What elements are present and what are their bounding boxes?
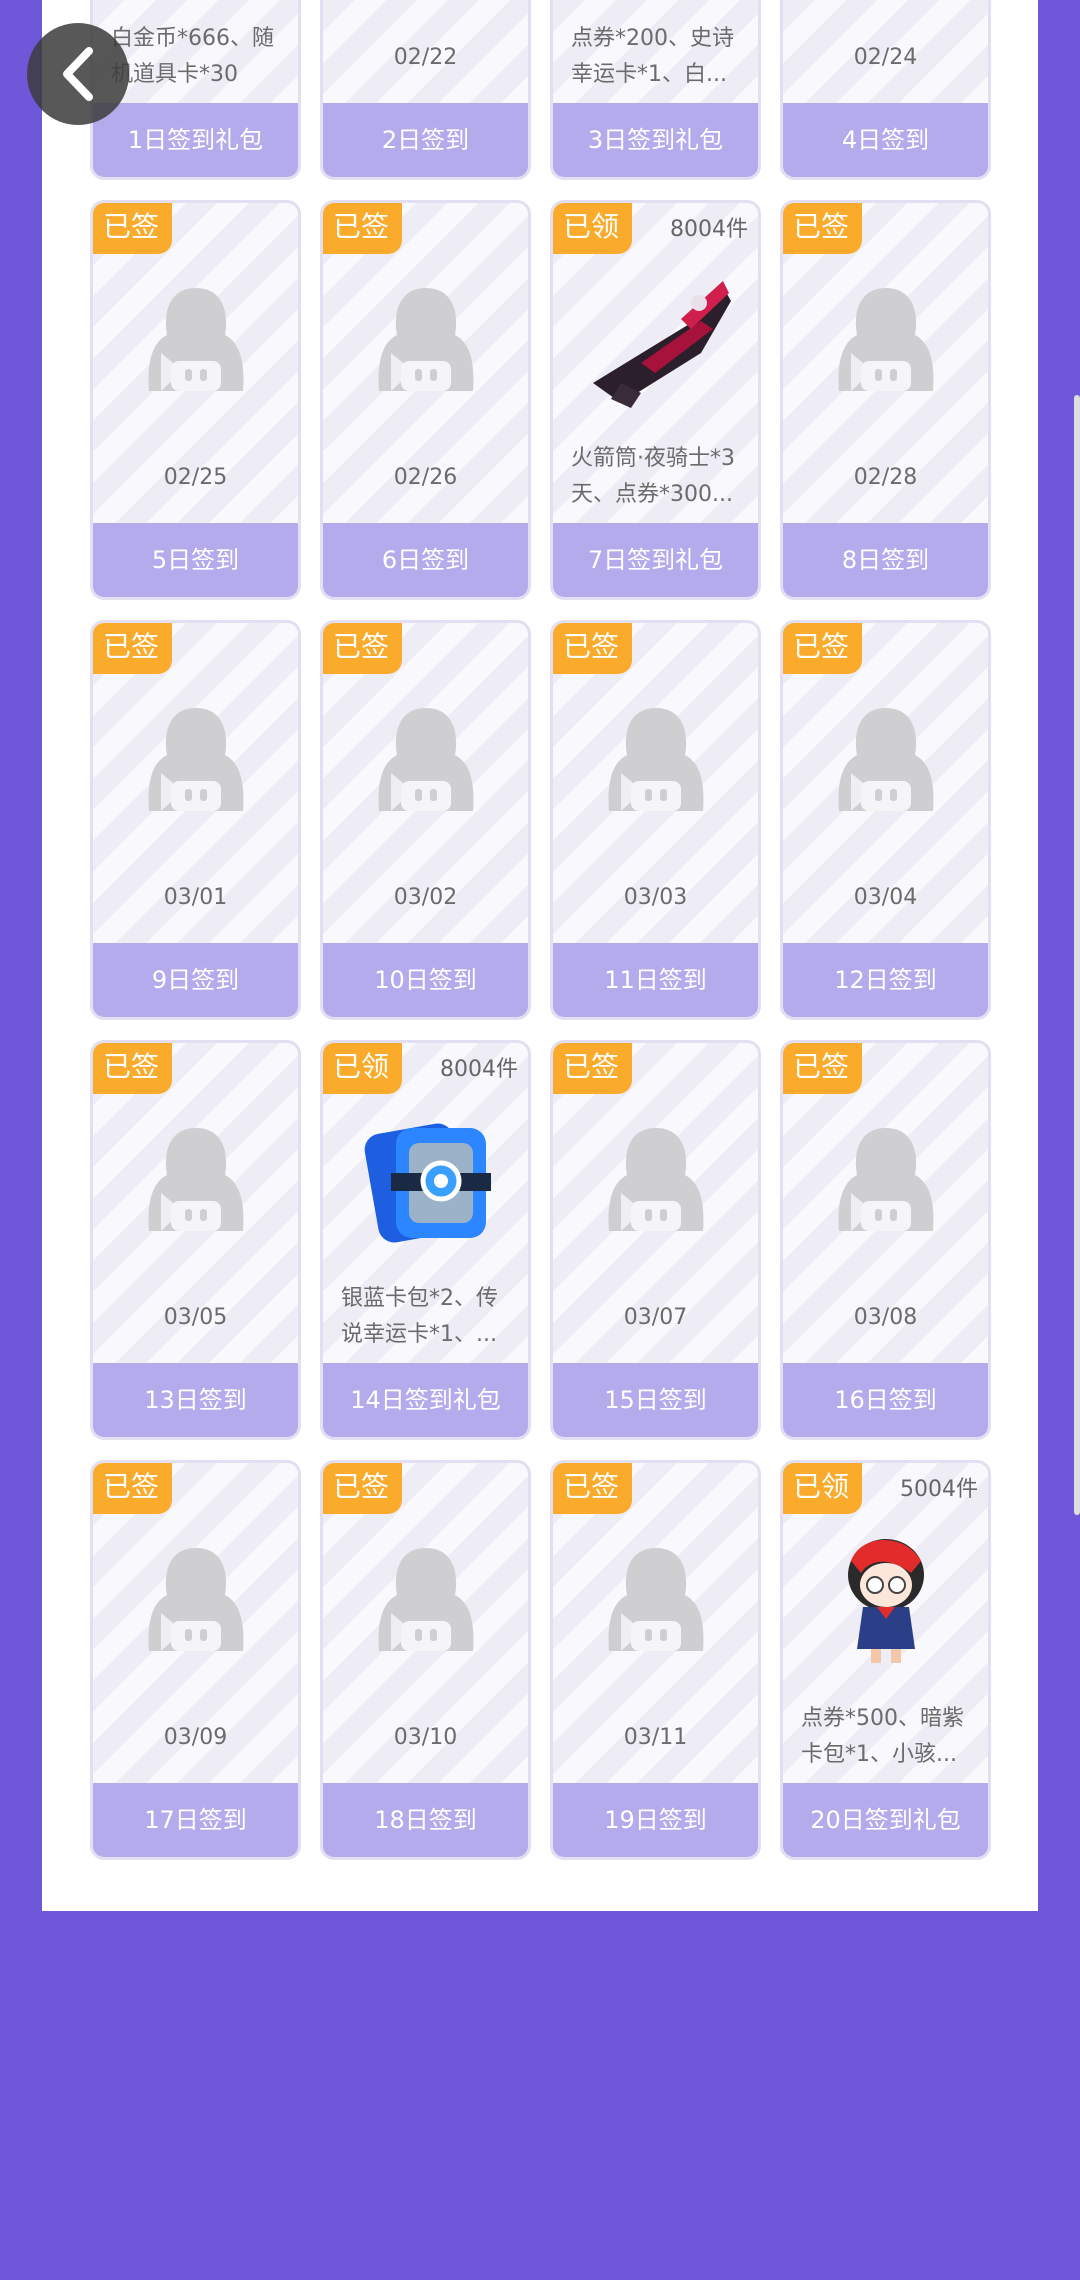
checkin-card[interactable]: 02/24 4日签到 xyxy=(780,0,991,180)
checkin-date: 03/05 xyxy=(163,1305,228,1330)
status-badge: 已签 xyxy=(93,1463,172,1514)
checkin-card[interactable]: 已签 03/10 18日签到 xyxy=(320,1460,531,1860)
checkin-card[interactable]: 已签 03/11 19日签到 xyxy=(550,1460,761,1860)
checkin-button[interactable]: 7日签到礼包 xyxy=(553,523,758,597)
checkin-card[interactable]: 已签 03/02 10日签到 xyxy=(320,620,531,1020)
mascot-placeholder-icon xyxy=(838,288,933,391)
status-badge: 已领 xyxy=(553,203,632,254)
claim-count: 5004件 xyxy=(900,1477,978,1502)
checkin-date: 02/28 xyxy=(853,465,918,490)
checkin-date: 02/25 xyxy=(163,465,228,490)
checkin-button[interactable]: 13日签到 xyxy=(93,1363,298,1437)
status-badge: 已签 xyxy=(93,623,172,674)
checkin-button[interactable]: 12日签到 xyxy=(783,943,988,1017)
checkin-date: 03/04 xyxy=(853,885,918,910)
status-badge: 已签 xyxy=(783,203,862,254)
checkin-card[interactable]: 已签 02/26 6日签到 xyxy=(320,200,531,600)
checkin-button[interactable]: 20日签到礼包 xyxy=(783,1783,988,1857)
checkin-date: 03/03 xyxy=(623,885,688,910)
reward-description: 白金币*666、随机道具卡*30 xyxy=(111,26,274,87)
status-badge: 已签 xyxy=(323,1463,402,1514)
status-badge: 已领 xyxy=(783,1463,862,1514)
checkin-card[interactable]: 已签 03/01 9日签到 xyxy=(90,620,301,1020)
checkin-date: 02/26 xyxy=(393,465,458,490)
mascot-placeholder-icon xyxy=(378,288,473,391)
character-avatar-icon xyxy=(847,1539,924,1663)
chevron-left-icon xyxy=(63,47,93,101)
mascot-placeholder-icon xyxy=(378,708,473,811)
rocket-launcher-icon xyxy=(592,281,731,408)
checkin-date: 02/22 xyxy=(393,45,458,70)
checkin-button[interactable]: 3日签到礼包 xyxy=(553,103,758,177)
checkin-button[interactable]: 11日签到 xyxy=(553,943,758,1017)
status-badge: 已签 xyxy=(93,1043,172,1094)
checkin-card[interactable]: 02/22 2日签到 xyxy=(320,0,531,180)
status-badge: 已签 xyxy=(553,1463,632,1514)
checkin-button[interactable]: 9日签到 xyxy=(93,943,298,1017)
checkin-button[interactable]: 5日签到 xyxy=(93,523,298,597)
checkin-card[interactable]: 已领 5004件 点券*500、暗紫卡包*1、小骇... 20日签到礼包 xyxy=(780,1460,991,1860)
checkin-card[interactable]: 已签 03/07 15日签到 xyxy=(550,1040,761,1440)
checkin-button[interactable]: 8日签到 xyxy=(783,523,988,597)
mascot-placeholder-icon xyxy=(608,708,703,811)
status-badge: 已签 xyxy=(323,623,402,674)
checkin-card[interactable]: 已领 8004件 火箭筒·夜骑士*3天、点券*300... 7日签到礼包 xyxy=(550,200,761,600)
checkin-card[interactable]: 已签 02/25 5日签到 xyxy=(90,200,301,600)
status-badge: 已签 xyxy=(783,623,862,674)
checkin-card[interactable]: 已签 03/03 11日签到 xyxy=(550,620,761,1020)
reward-description: 火箭筒·夜骑士*3天、点券*300... xyxy=(571,446,735,507)
checkin-card[interactable]: 已签 03/08 16日签到 xyxy=(780,1040,991,1440)
checkin-card[interactable]: 已签 02/28 8日签到 xyxy=(780,200,991,600)
checkin-grid: 白金币*666、随机道具卡*30 1日签到礼包 02/22 2日签到 点券*200、史… xyxy=(90,0,991,2280)
checkin-date: 03/10 xyxy=(393,1725,458,1750)
back-button[interactable] xyxy=(27,23,129,125)
mascot-placeholder-icon xyxy=(838,1128,933,1231)
reward-description: 点券*500、暗紫卡包*1、小骇... xyxy=(801,1706,964,1767)
checkin-card[interactable]: 已签 03/09 17日签到 xyxy=(90,1460,301,1860)
status-badge: 已签 xyxy=(93,203,172,254)
checkin-button[interactable]: 16日签到 xyxy=(783,1363,988,1437)
checkin-date: 02/24 xyxy=(853,45,918,70)
status-badge: 已签 xyxy=(553,623,632,674)
checkin-card[interactable]: 已领 8004件 银蓝卡包*2、传说幸运卡*1、... 14日签到礼包 xyxy=(320,1040,531,1440)
card-pack-icon xyxy=(364,1123,491,1243)
checkin-button[interactable]: 19日签到 xyxy=(553,1783,758,1857)
checkin-button[interactable]: 18日签到 xyxy=(323,1783,528,1857)
checkin-date: 03/09 xyxy=(163,1725,228,1750)
reward-description: 银蓝卡包*2、传说幸运卡*1、... xyxy=(341,1286,498,1347)
checkin-date: 03/11 xyxy=(623,1725,688,1750)
checkin-card[interactable]: 已签 03/04 12日签到 xyxy=(780,620,991,1020)
mascot-placeholder-icon xyxy=(148,708,243,811)
checkin-date: 03/07 xyxy=(623,1305,688,1330)
mascot-placeholder-icon xyxy=(838,708,933,811)
status-badge: 已签 xyxy=(783,1043,862,1094)
checkin-button[interactable]: 14日签到礼包 xyxy=(323,1363,528,1437)
checkin-button[interactable]: 15日签到 xyxy=(553,1363,758,1437)
checkin-date: 03/02 xyxy=(393,885,458,910)
checkin-date: 03/08 xyxy=(853,1305,918,1330)
checkin-button[interactable]: 6日签到 xyxy=(323,523,528,597)
mascot-placeholder-icon xyxy=(148,288,243,391)
status-badge: 已签 xyxy=(323,203,402,254)
checkin-button[interactable]: 10日签到 xyxy=(323,943,528,1017)
checkin-button[interactable]: 2日签到 xyxy=(323,103,528,177)
checkin-card[interactable]: 已签 03/05 13日签到 xyxy=(90,1040,301,1440)
checkin-card[interactable]: 点券*200、史诗幸运卡*1、白... 3日签到礼包 xyxy=(550,0,761,180)
status-badge: 已领 xyxy=(323,1043,402,1094)
status-badge: 已签 xyxy=(553,1043,632,1094)
reward-description: 点券*200、史诗幸运卡*1、白... xyxy=(571,26,734,87)
mascot-placeholder-icon xyxy=(608,1128,703,1231)
checkin-button[interactable]: 4日签到 xyxy=(783,103,988,177)
mascot-placeholder-icon xyxy=(378,1548,473,1651)
checkin-button[interactable]: 17日签到 xyxy=(93,1783,298,1857)
mascot-placeholder-icon xyxy=(608,1548,703,1651)
claim-count: 8004件 xyxy=(440,1057,518,1082)
checkin-date: 03/01 xyxy=(163,885,228,910)
claim-count: 8004件 xyxy=(670,217,748,242)
mascot-placeholder-icon xyxy=(148,1548,243,1651)
mascot-placeholder-icon xyxy=(148,1128,243,1231)
scrollbar[interactable] xyxy=(1074,395,1080,1515)
